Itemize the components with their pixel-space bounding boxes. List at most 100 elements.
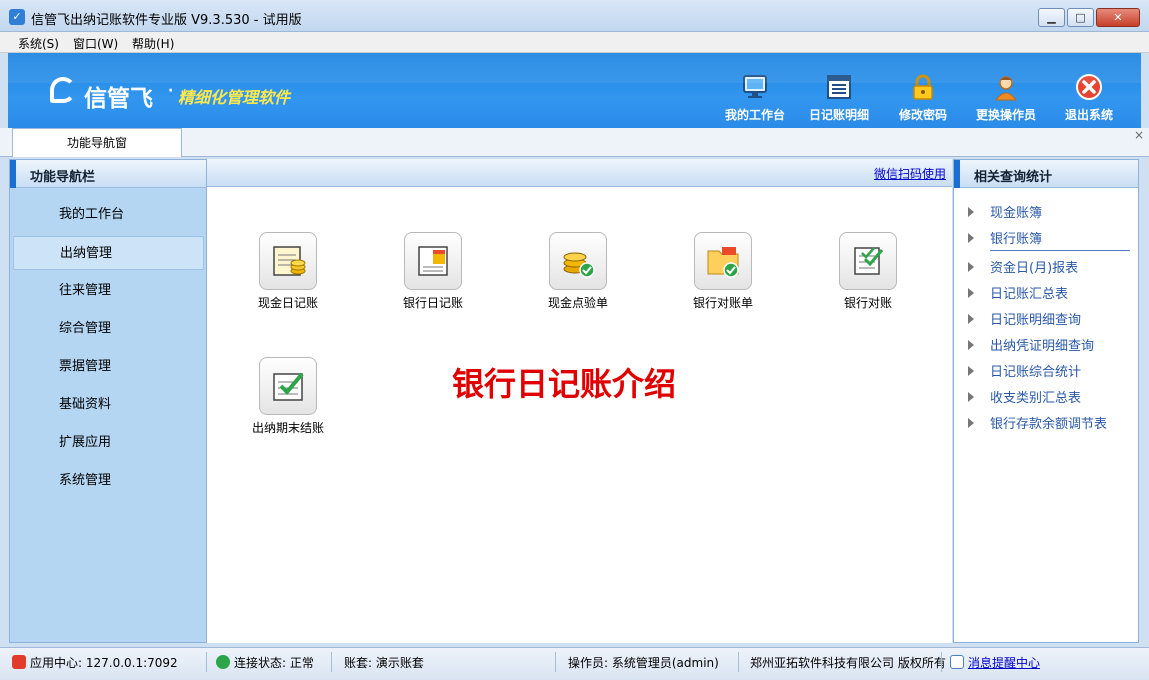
lock-icon [909, 73, 937, 101]
checklist-icon [839, 232, 897, 290]
triangle-right-icon [968, 207, 974, 217]
window-title: 信管飞出纳记账软件专业版 V9.3.530 - 试用版 [31, 13, 302, 28]
function-label: 银行日记账 [402, 296, 463, 310]
toolbar-switch-operator-button[interactable]: 更换操作员 [966, 73, 1046, 123]
toolbar-change-password-button[interactable]: 修改密码 [883, 73, 963, 123]
related-queries-panel: 相关查询统计 现金账簿 银行账簿 资金日(月)报表 日记账汇总表 日记账明细查询… [953, 159, 1139, 643]
status-copyright: 郑州亚拓软件科技有限公司 版权所有 [750, 656, 946, 670]
wechat-scan-link[interactable]: 微信扫码使用 [874, 165, 946, 182]
status-account-set: 账套: 演示账套 [344, 656, 424, 670]
title-bar: ✓ 信管飞出纳记账软件专业版 V9.3.530 - 试用版 ▁ □ ✕ [0, 0, 1149, 32]
triangle-right-icon [968, 392, 974, 402]
period-end-closing-button[interactable]: 出纳期末结账 [228, 357, 348, 436]
function-label: 现金点验单 [547, 296, 608, 310]
right-panel-title: 相关查询统计 [974, 170, 1053, 185]
nav-item-extended-apps[interactable]: 扩展应用 [13, 426, 204, 460]
coins-check-icon [549, 232, 607, 290]
query-divider [990, 250, 1130, 251]
header-banner: 信管飞 · 精细化管理软件 我的工作台 日记账明细 修改密码 更换操作员 退出系… [8, 53, 1141, 128]
main-content: 微信扫码使用 现金日记账 银行日记账 现金点验单 银行对账单 银行对账 出纳期末… [207, 159, 952, 643]
toolbar-label: 日记账明细 [808, 108, 869, 122]
triangle-right-icon [968, 314, 974, 324]
query-item[interactable]: 日记账综合统计 [968, 361, 1081, 380]
triangle-right-icon [968, 262, 974, 272]
envelope-icon [950, 655, 964, 669]
content-header: 微信扫码使用 [207, 159, 952, 187]
menu-help[interactable]: 帮助(H) [132, 35, 174, 52]
triangle-right-icon [968, 418, 974, 428]
toolbar-journal-detail-button[interactable]: 日记账明细 [799, 73, 879, 123]
folder-check-icon [694, 232, 752, 290]
toolbar-label: 修改密码 [898, 108, 947, 122]
triangle-right-icon [968, 288, 974, 298]
triangle-right-icon [968, 233, 974, 243]
left-nav-header: 功能导航栏 [10, 160, 206, 188]
bank-journal-button[interactable]: 银行日记账 [373, 232, 493, 311]
nav-item-cashier-management[interactable]: 出纳管理 [13, 236, 204, 270]
function-label: 银行对账 [843, 296, 892, 310]
nav-item-my-workbench[interactable]: 我的工作台 [13, 198, 204, 232]
function-label: 出纳期末结账 [251, 421, 324, 435]
nav-item-bill-management[interactable]: 票据管理 [13, 350, 204, 384]
left-nav-title: 功能导航栏 [30, 170, 96, 185]
status-bar: 应用中心: 127.0.0.1:7092 连接状态: 正常 账套: 演示账套 操… [0, 647, 1149, 680]
ledger-check-icon [259, 357, 317, 415]
query-item[interactable]: 日记账明细查询 [968, 309, 1081, 328]
status-app-center[interactable]: 应用中心: 127.0.0.1:7092 [12, 654, 178, 671]
status-divider [206, 652, 207, 672]
header-accent-bar [954, 160, 960, 188]
app-logo-icon: ✓ [9, 9, 25, 25]
query-item[interactable]: 日记账汇总表 [968, 283, 1068, 302]
cash-journal-icon [259, 232, 317, 290]
bank-reconciliation-button[interactable]: 银行对账 [808, 232, 928, 311]
menu-system[interactable]: 系统(S) [18, 35, 59, 52]
brand-slogan: 精细化管理软件 [178, 88, 291, 107]
function-label: 现金日记账 [257, 296, 318, 310]
triangle-right-icon [968, 340, 974, 350]
monitor-icon [741, 73, 769, 101]
cash-count-button[interactable]: 现金点验单 [518, 232, 638, 311]
status-operator: 操作员: 系统管理员(admin) [568, 656, 719, 670]
status-divider [331, 652, 332, 672]
nav-item-system-management[interactable]: 系统管理 [13, 464, 204, 498]
query-item[interactable]: 出纳凭证明细查询 [968, 335, 1094, 354]
close-window-button[interactable]: ✕ [1096, 8, 1140, 27]
bank-journal-icon [404, 232, 462, 290]
query-item[interactable]: 收支类别汇总表 [968, 387, 1081, 406]
toolbar-label: 退出系统 [1064, 108, 1113, 122]
brand-logo-icon [50, 77, 76, 103]
query-item[interactable]: 现金账簿 [968, 202, 1042, 221]
status-connection: 连接状态: 正常 [216, 654, 314, 671]
status-divider [738, 652, 739, 672]
cash-journal-button[interactable]: 现金日记账 [228, 232, 348, 311]
menu-bar: 系统(S) 窗口(W) 帮助(H) [0, 32, 1149, 53]
bank-journal-intro-text[interactable]: 银行日记账介绍 [452, 359, 676, 405]
query-item[interactable]: 资金日(月)报表 [968, 257, 1078, 276]
query-item[interactable]: 银行账簿 [968, 228, 1042, 247]
toolbar-my-workbench-button[interactable]: 我的工作台 [715, 73, 795, 123]
table-icon [825, 73, 853, 101]
function-label: 银行对账单 [692, 296, 753, 310]
user-icon [992, 73, 1020, 101]
triangle-right-icon [968, 366, 974, 376]
header-accent-bar [10, 160, 16, 188]
menu-window[interactable]: 窗口(W) [73, 35, 118, 52]
tab-function-navigation[interactable]: 功能导航窗 [12, 128, 182, 157]
nav-item-accounts-management[interactable]: 往来管理 [13, 274, 204, 308]
status-divider [555, 652, 556, 672]
check-circle-icon [216, 655, 230, 669]
nav-item-comprehensive-management[interactable]: 综合管理 [13, 312, 204, 346]
right-panel-header: 相关查询统计 [954, 160, 1138, 188]
close-tab-icon[interactable]: × [1134, 128, 1144, 142]
toolbar-label: 更换操作员 [975, 108, 1036, 122]
nav-item-basic-data[interactable]: 基础资料 [13, 388, 204, 422]
toolbar-exit-button[interactable]: 退出系统 [1049, 73, 1129, 123]
app-center-icon [12, 655, 26, 669]
brand-separator: · [168, 83, 174, 99]
minimize-button[interactable]: ▁ [1038, 8, 1065, 27]
message-center-link[interactable]: 消息提醒中心 [950, 654, 1040, 671]
bank-statement-button[interactable]: 银行对账单 [663, 232, 783, 311]
query-item[interactable]: 银行存款余额调节表 [968, 413, 1107, 432]
exit-icon [1075, 73, 1103, 101]
maximize-button[interactable]: □ [1067, 8, 1094, 27]
